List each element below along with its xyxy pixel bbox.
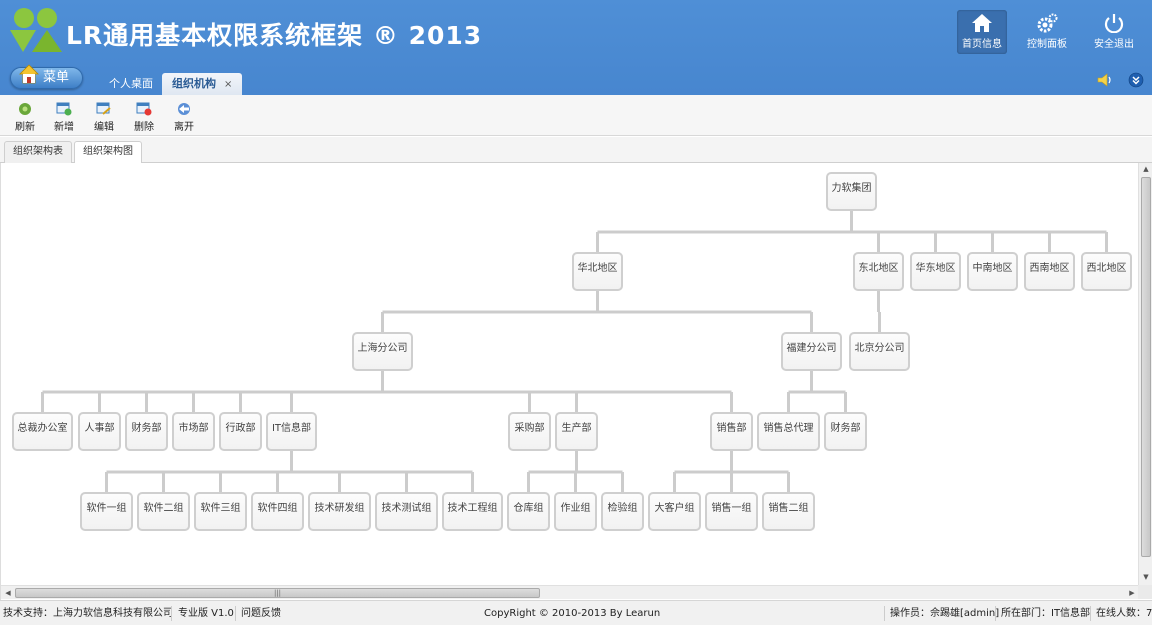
org-chart: 力软集团华北地区 东北地区 华东地区 中南地区 西南地区 西北地区上海分公司 福建分公司 北京… bbox=[1, 163, 1139, 585]
org-node[interactable]: 软件一组 bbox=[80, 492, 133, 531]
org-node[interactable]: 西北地区 bbox=[1081, 252, 1132, 291]
logo-icon bbox=[10, 8, 62, 52]
home-info-button[interactable]: 首页信息 bbox=[957, 10, 1007, 54]
org-node[interactable]: 力软集团 bbox=[826, 172, 877, 211]
logout-label: 安全退出 bbox=[1094, 39, 1134, 50]
nav-tab-personal-desktop[interactable]: 个人桌面 bbox=[99, 73, 163, 95]
org-node[interactable]: 销售部 bbox=[710, 412, 753, 451]
org-node[interactable]: 仓库组 bbox=[507, 492, 550, 531]
control-panel-label: 控制面板 bbox=[1027, 39, 1067, 50]
power-icon bbox=[1104, 14, 1124, 33]
edit-button[interactable]: 编辑 bbox=[86, 102, 122, 133]
org-node[interactable]: 中南地区 bbox=[967, 252, 1018, 291]
horizontal-scroll-thumb[interactable]: ||| bbox=[15, 588, 540, 598]
edit-icon bbox=[96, 102, 111, 115]
org-node[interactable]: 华北地区 bbox=[572, 252, 623, 291]
vertical-scrollbar[interactable]: ▲ ▼ bbox=[1138, 163, 1152, 585]
status-bar: 技术支持：上海力软信息科技有限公司 专业版 V1.0 问题反馈 CopyRigh… bbox=[0, 600, 1152, 625]
edit-label: 编辑 bbox=[94, 122, 114, 133]
divider bbox=[1090, 606, 1091, 621]
divider bbox=[884, 606, 885, 621]
nav-tab-label: 个人桌面 bbox=[109, 77, 153, 90]
nav-tab-label: 组织机构 bbox=[172, 77, 216, 90]
refresh-icon bbox=[19, 103, 31, 115]
org-node[interactable]: 大客户组 bbox=[648, 492, 701, 531]
tab-org-table[interactable]: 组织架构表 bbox=[4, 141, 72, 163]
menu-label: 菜单 bbox=[43, 70, 70, 85]
scroll-right-arrow-icon[interactable]: ▶ bbox=[1125, 586, 1139, 600]
refresh-label: 刷新 bbox=[15, 122, 35, 133]
online-count-text: 在线人数：7 bbox=[1096, 608, 1152, 619]
menu-home-icon bbox=[19, 64, 39, 84]
org-node[interactable]: 软件三组 bbox=[194, 492, 247, 531]
scroll-left-arrow-icon[interactable]: ◀ bbox=[1, 586, 15, 600]
org-node[interactable]: 行政部 bbox=[219, 412, 262, 451]
divider bbox=[235, 606, 236, 621]
refresh-button[interactable]: 刷新 bbox=[7, 102, 43, 133]
org-node[interactable]: 人事部 bbox=[78, 412, 121, 451]
leave-label: 离开 bbox=[174, 122, 194, 133]
scroll-corner bbox=[1138, 585, 1152, 599]
logout-button[interactable]: 安全退出 bbox=[1089, 10, 1139, 54]
delete-icon bbox=[136, 102, 152, 116]
leave-button[interactable]: 离开 bbox=[166, 102, 202, 133]
horizontal-scrollbar[interactable]: ◀ ||| ▶ bbox=[1, 585, 1139, 599]
org-node[interactable]: 检验组 bbox=[601, 492, 644, 531]
leave-icon bbox=[178, 103, 190, 115]
expand-down-icon[interactable] bbox=[1128, 72, 1144, 88]
org-node[interactable]: 财务部 bbox=[824, 412, 867, 451]
org-node[interactable]: 技术研发组 bbox=[308, 492, 371, 531]
org-node[interactable]: 技术测试组 bbox=[375, 492, 438, 531]
delete-button[interactable]: 删除 bbox=[126, 102, 162, 133]
org-node[interactable]: 采购部 bbox=[508, 412, 551, 451]
divider bbox=[995, 606, 996, 621]
org-node[interactable]: 福建分公司 bbox=[781, 332, 842, 371]
org-node[interactable]: IT信息部 bbox=[266, 412, 317, 451]
control-panel-button[interactable]: 控制面板 bbox=[1022, 10, 1072, 54]
org-node[interactable]: 总裁办公室 bbox=[12, 412, 73, 451]
org-node[interactable]: 销售一组 bbox=[705, 492, 758, 531]
view-tabs: 组织架构表 组织架构图 bbox=[0, 137, 1152, 164]
nav-tab-organization[interactable]: 组织机构 × bbox=[162, 73, 243, 95]
org-node[interactable]: 西南地区 bbox=[1024, 252, 1075, 291]
org-chart-panel: 力软集团华北地区 东北地区 华东地区 中南地区 西南地区 西北地区上海分公司 福建分公司 北京… bbox=[0, 163, 1152, 600]
add-label: 新增 bbox=[54, 122, 74, 133]
app-title: LR通用基本权限系统框架 ® 2013 bbox=[66, 21, 483, 50]
org-node[interactable]: 市场部 bbox=[172, 412, 215, 451]
tab-org-chart[interactable]: 组织架构图 bbox=[74, 141, 142, 164]
org-node[interactable]: 软件四组 bbox=[251, 492, 304, 531]
home-icon bbox=[972, 14, 992, 32]
close-tab-icon[interactable]: × bbox=[224, 79, 232, 90]
delete-label: 删除 bbox=[134, 122, 154, 133]
gears-icon bbox=[1037, 13, 1058, 33]
add-icon bbox=[56, 102, 72, 116]
add-button[interactable]: 新增 bbox=[46, 102, 82, 133]
org-node[interactable]: 作业组 bbox=[554, 492, 597, 531]
divider bbox=[171, 606, 172, 621]
operator-text: 操作员：佘踢雄[admin] bbox=[890, 608, 1000, 619]
org-node[interactable]: 生产部 bbox=[555, 412, 598, 451]
scroll-down-arrow-icon[interactable]: ▼ bbox=[1139, 571, 1152, 583]
org-node[interactable]: 销售二组 bbox=[762, 492, 815, 531]
app-header: LR通用基本权限系统框架 ® 2013 首页信息 控制面板 安全退出 菜单 个人 bbox=[0, 0, 1152, 95]
org-node[interactable]: 上海分公司 bbox=[352, 332, 413, 371]
org-node[interactable]: 华东地区 bbox=[910, 252, 961, 291]
scroll-up-arrow-icon[interactable]: ▲ bbox=[1139, 163, 1152, 175]
org-node[interactable]: 东北地区 bbox=[853, 252, 904, 291]
toolbar: 刷新 新增 编辑 删除 离开 bbox=[0, 95, 1152, 136]
org-node[interactable]: 财务部 bbox=[125, 412, 168, 451]
org-node[interactable]: 软件二组 bbox=[137, 492, 190, 531]
department-text: 所在部门：IT信息部 bbox=[1001, 608, 1091, 619]
speaker-icon[interactable] bbox=[1096, 72, 1112, 88]
org-node[interactable]: 销售总代理 bbox=[757, 412, 820, 451]
menu-button[interactable]: 菜单 bbox=[10, 64, 83, 89]
feedback-link[interactable]: 问题反馈 bbox=[241, 601, 281, 625]
tech-support-text: 技术支持：上海力软信息科技有限公司 bbox=[3, 608, 173, 619]
org-node[interactable]: 北京分公司 bbox=[849, 332, 910, 371]
copyright-text: CopyRight © 2010-2013 By Learun bbox=[484, 608, 661, 619]
org-node[interactable]: 技术工程组 bbox=[442, 492, 503, 531]
vertical-scroll-thumb[interactable] bbox=[1141, 177, 1151, 557]
edition-text: 专业版 V1.0 bbox=[178, 608, 234, 619]
home-info-label: 首页信息 bbox=[962, 39, 1002, 50]
